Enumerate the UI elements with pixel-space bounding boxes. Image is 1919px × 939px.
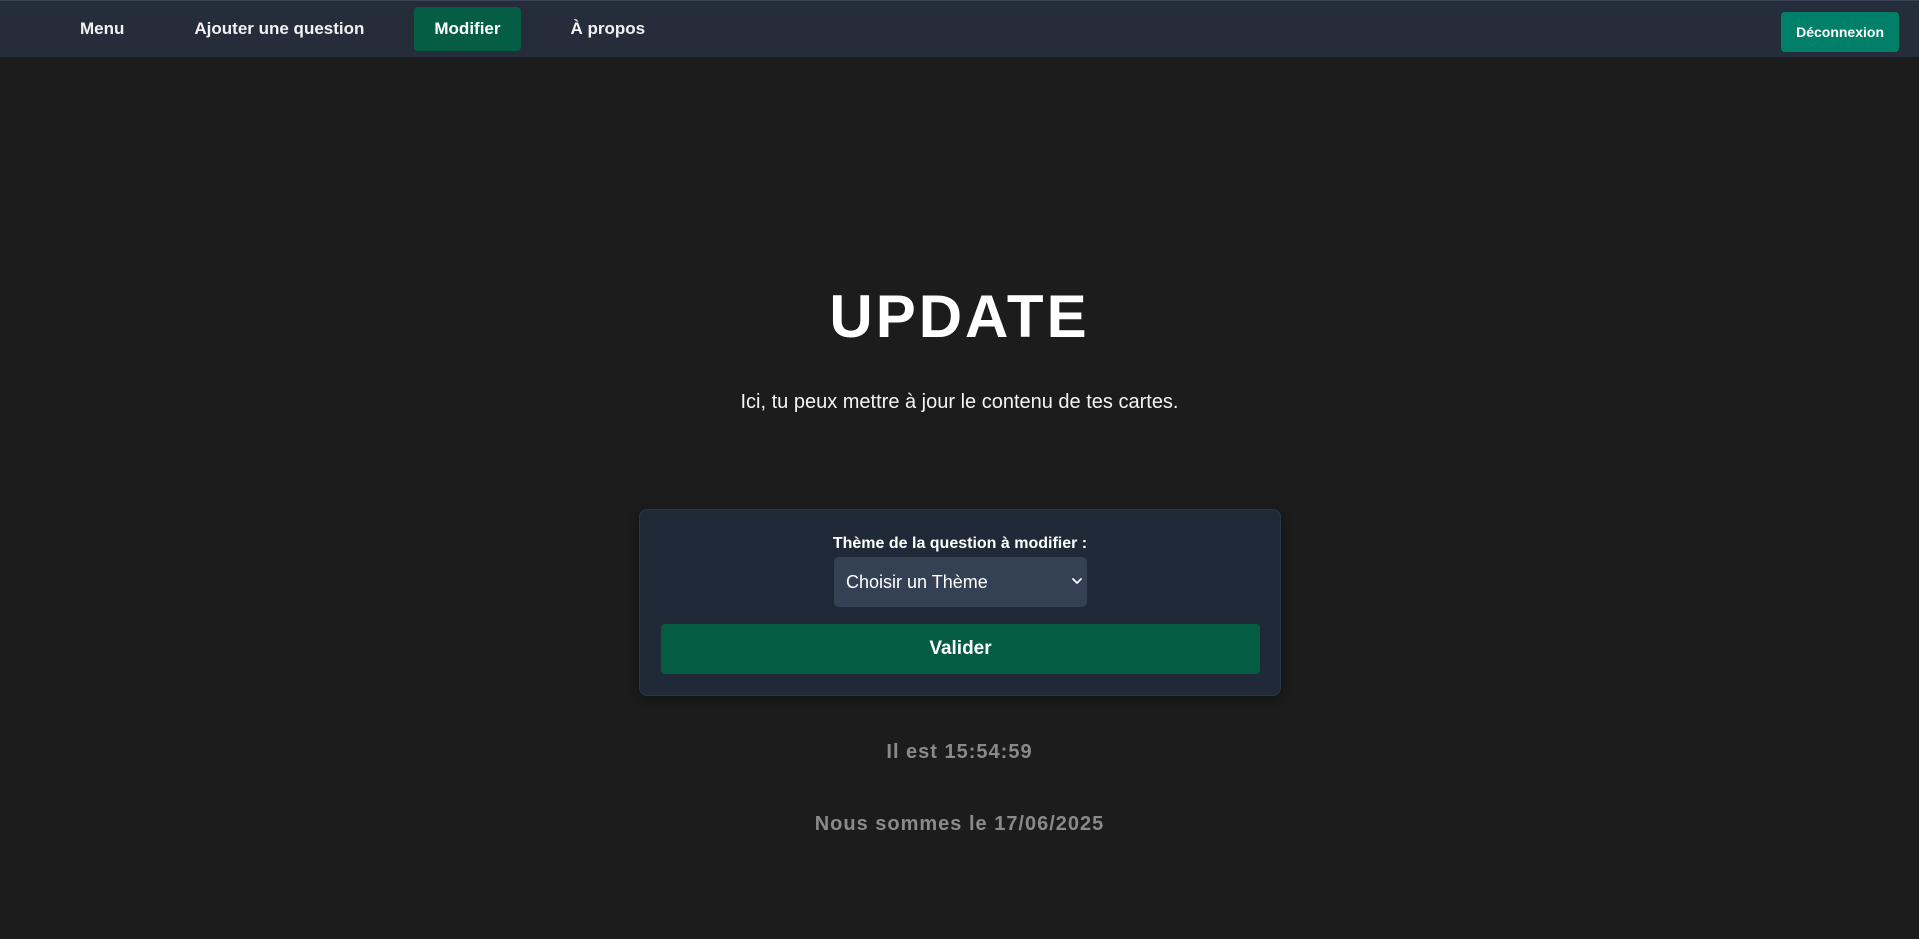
page-title: UPDATE xyxy=(829,283,1090,350)
nav-item-about[interactable]: À propos xyxy=(551,7,666,51)
theme-select-value: Choisir un Thème xyxy=(846,571,988,592)
chevron-down-icon xyxy=(1072,578,1082,584)
top-navbar: Menu Ajouter une question Modifier À pro… xyxy=(0,0,1919,57)
current-time: Il est 15:54:59 xyxy=(886,741,1033,763)
nav-item-menu[interactable]: Menu xyxy=(60,7,144,51)
nav-item-add-question[interactable]: Ajouter une question xyxy=(174,7,384,51)
submit-button[interactable]: Valider xyxy=(661,624,1260,674)
update-form-card: Thème de la question à modifier : Choisi… xyxy=(639,509,1281,696)
nav-item-modify[interactable]: Modifier xyxy=(414,7,521,51)
theme-select-label: Thème de la question à modifier : xyxy=(832,535,1088,552)
nav-links: Menu Ajouter une question Modifier À pro… xyxy=(60,1,695,57)
theme-select[interactable]: Choisir un Thème xyxy=(834,557,1087,607)
logout-button[interactable]: Déconnexion xyxy=(1781,12,1899,52)
page-subtitle: Ici, tu peux mettre à jour le contenu de… xyxy=(740,391,1179,413)
current-date: Nous sommes le 17/06/2025 xyxy=(814,813,1105,835)
